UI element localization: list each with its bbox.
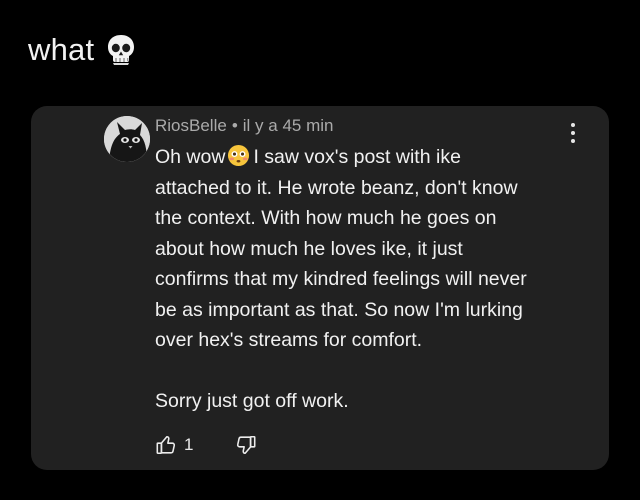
skull-icon xyxy=(108,35,135,65)
comment-meta: RiosBelle • il y a 45 min xyxy=(155,116,333,136)
comment-line: about how much he loves ike, it just xyxy=(155,237,463,260)
comment-line: confirms that my kindred feelings will n… xyxy=(155,268,527,290)
comment-line: Sorry just got off work. xyxy=(155,390,349,412)
like-button[interactable]: 1 xyxy=(155,434,193,456)
comment-actions: 1 xyxy=(155,434,257,456)
avatar[interactable] xyxy=(104,116,150,162)
dislike-button[interactable] xyxy=(235,434,257,456)
comment-text: Oh wow I saw vox's post with ike attached… xyxy=(155,142,575,417)
comment-card: RiosBelle • il y a 45 min Oh wow I saw vox'… xyxy=(31,106,609,470)
comment-line: over hex's streams for comfort. xyxy=(155,329,423,351)
flushed-face-icon xyxy=(228,144,250,167)
comment-line: Oh wow I saw vox's post with ike xyxy=(155,144,461,168)
thumbs-up-icon xyxy=(156,435,176,455)
cat-avatar-icon xyxy=(104,116,150,162)
comment-line: attached to it. He wrote beanz, don't kn… xyxy=(155,176,518,199)
comment-time: il y a 45 min xyxy=(242,116,334,135)
post-caption: what xyxy=(28,28,136,72)
thumbs-down-icon xyxy=(237,435,256,455)
meta-separator: • xyxy=(231,116,238,135)
comment-line: be as important as that. So now I'm lurk… xyxy=(155,298,523,321)
caption-text: what xyxy=(28,32,95,67)
author-name[interactable]: RiosBelle xyxy=(155,116,227,135)
comment-line: the context. With how much he goes on xyxy=(155,207,497,229)
like-count: 1 xyxy=(184,435,194,454)
